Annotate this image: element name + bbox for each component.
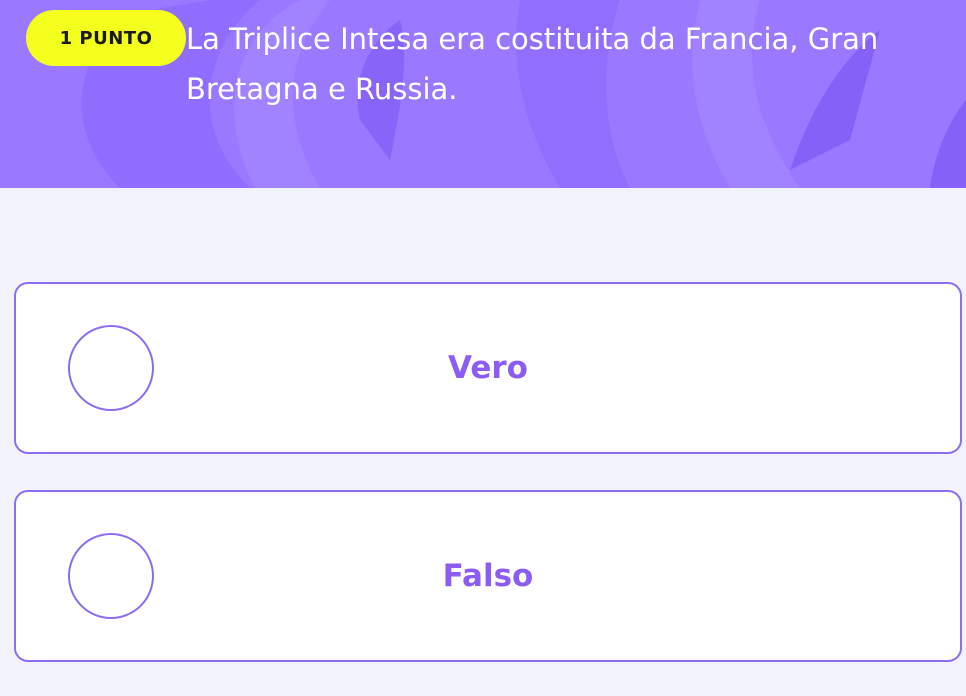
answer-label: Vero [448, 350, 528, 386]
answer-option-true[interactable]: Vero [14, 282, 962, 454]
answer-label: Falso [442, 558, 534, 594]
answer-option-false[interactable]: Falso [14, 490, 962, 662]
question-header: 1 PUNTO La Triplice Intesa era costituit… [0, 0, 966, 188]
question-text: La Triplice Intesa era costituita da Fra… [186, 22, 879, 106]
points-badge: 1 PUNTO [26, 10, 186, 66]
